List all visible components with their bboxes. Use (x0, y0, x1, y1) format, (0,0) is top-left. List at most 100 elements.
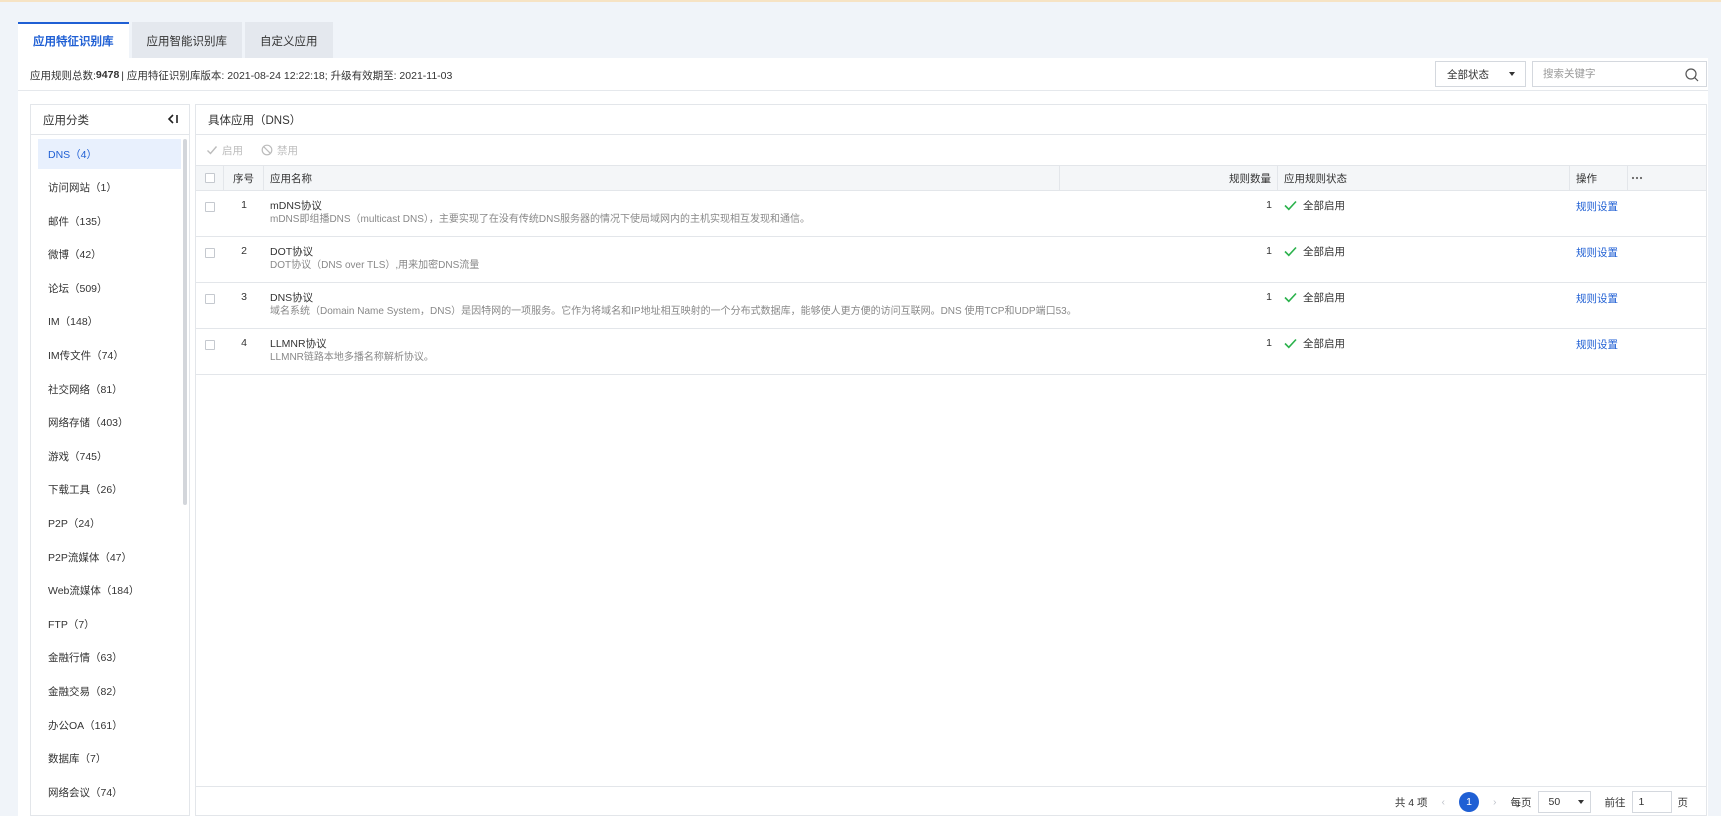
row-count: 1 (1266, 245, 1272, 257)
prev-page-icon[interactable]: ‹ (1442, 796, 1446, 808)
header-divider (18, 90, 1708, 91)
rule-settings-link[interactable]: 规则设置 (1576, 245, 1618, 260)
table-row: 2 DOT协议 DOT协议（DNS over TLS）,用来加密DNS流量 1 … (196, 237, 1706, 283)
category-item[interactable]: IM传文件（74） (38, 341, 181, 371)
category-item[interactable]: 网络会议（74） (38, 777, 181, 807)
check-icon (1284, 200, 1297, 211)
total-count: 共 4 项 (1394, 796, 1428, 809)
category-scrollbar[interactable] (183, 139, 187, 505)
row-checkbox[interactable] (205, 294, 215, 304)
pagination: 共 4 项 ‹ 1 › 每页 50 前往 页 (196, 786, 1706, 816)
row-desc: DOT协议（DNS over TLS）,用来加密DNS流量 (270, 260, 480, 271)
rule-settings-link[interactable]: 规则设置 (1576, 337, 1618, 352)
table-row: 1 mDNS协议 mDNS即组播DNS（multicast DNS），主要实现了… (196, 191, 1706, 237)
col-count: 规则数量 (1060, 166, 1278, 190)
top-accent-line (0, 0, 1721, 2)
next-page-icon[interactable]: › (1493, 796, 1497, 808)
col-state: 应用规则状态 (1278, 166, 1570, 190)
search-input[interactable] (1533, 63, 1678, 85)
ban-icon (261, 144, 273, 156)
category-item[interactable]: 数据库（7） (38, 744, 181, 774)
category-item[interactable]: IM（148） (38, 307, 181, 337)
category-item[interactable]: 微博（42） (38, 240, 181, 270)
category-item[interactable]: 网络存储（403） (38, 408, 181, 438)
library-info: 应用规则总数: 9478 | 应用特征识别库版本: 2021-08-24 12:… (30, 66, 452, 84)
check-icon (1284, 338, 1297, 349)
category-item[interactable]: P2P（24） (38, 509, 181, 539)
row-name: DNS协议 (270, 292, 314, 304)
select-all-cell (196, 166, 224, 190)
category-item[interactable]: 访问网站（1） (38, 173, 181, 203)
row-index: 4 (241, 337, 247, 349)
category-item[interactable]: Web流媒体（184） (38, 576, 181, 606)
current-page-button[interactable]: 1 (1459, 792, 1479, 812)
row-desc: mDNS即组播DNS（multicast DNS），主要实现了在没有传统DNS服… (270, 214, 811, 225)
col-name: 应用名称 (264, 166, 1060, 190)
row-op-cell: 规则设置 (1570, 191, 1628, 236)
detail-title: 具体应用（DNS） (196, 105, 1706, 135)
category-item[interactable]: 邮件（135） (38, 206, 181, 236)
row-checkbox[interactable] (205, 248, 215, 258)
enable-button[interactable]: 启用 (206, 143, 243, 158)
info-rest: | 应用特征识别库版本: 2021-08-24 12:22:18; 升级有效期至… (121, 69, 453, 82)
category-item[interactable]: 办公OA（161） (38, 710, 181, 740)
category-item-dns[interactable]: DNS（4） (38, 139, 181, 169)
row-checkbox-cell (196, 237, 224, 282)
tab-custom-apps[interactable]: 自定义应用 (245, 22, 333, 58)
select-all-checkbox[interactable] (204, 173, 215, 183)
row-desc: 域名系统（Domain Name System，DNS）是因特网的一项服务。它作… (270, 306, 1077, 317)
row-name-cell: mDNS协议 mDNS即组播DNS（multicast DNS），主要实现了在没… (264, 191, 1060, 236)
category-item[interactable]: 下载工具（26） (38, 475, 181, 505)
info-total: 9478 (95, 69, 120, 81)
row-name-cell: DOT协议 DOT协议（DNS over TLS）,用来加密DNS流量 (264, 237, 1060, 282)
row-count: 1 (1266, 199, 1272, 211)
col-op: 操作 (1570, 166, 1628, 190)
row-state-cell: 全部启用 (1278, 283, 1570, 328)
status-filter-value: 全部状态 (1447, 68, 1489, 81)
rule-settings-link[interactable]: 规则设置 (1576, 291, 1618, 306)
row-index: 1 (241, 199, 247, 211)
row-checkbox-cell (196, 191, 224, 236)
row-state-cell: 全部启用 (1278, 237, 1570, 282)
rule-settings-link[interactable]: 规则设置 (1576, 199, 1618, 214)
row-name-cell: DNS协议 域名系统（Domain Name System，DNS）是因特网的一… (264, 283, 1077, 328)
info-prefix: 应用规则总数: (30, 69, 96, 82)
category-item[interactable]: 论坛（509） (38, 273, 181, 303)
category-item[interactable]: FTP（7） (38, 609, 181, 639)
row-checkbox-cell (196, 283, 224, 328)
row-count: 1 (1266, 291, 1272, 303)
row-name: DOT协议 (270, 246, 314, 258)
tab-bar: 应用特征识别库 应用智能识别库 自定义应用 (18, 22, 336, 58)
tab-smart-library[interactable]: 应用智能识别库 (131, 22, 242, 58)
tab-feature-library[interactable]: 应用特征识别库 (18, 22, 129, 58)
table-row: 4 LLMNR协议 LLMNR链路本地多播名称解析协议。 1 全部启用 规则设置 (196, 329, 1706, 375)
status-filter-select[interactable]: 全部状态 (1435, 61, 1526, 87)
row-checkbox[interactable] (205, 202, 215, 212)
more-dots-icon[interactable] (1631, 176, 1643, 180)
category-item[interactable]: 金融交易（82） (38, 677, 181, 707)
goto-page-input[interactable] (1631, 791, 1672, 813)
app-table: 序号 应用名称 规则数量 应用规则状态 操作 1 mDNS协议 mDNS即组播D… (196, 165, 1706, 375)
disable-button[interactable]: 禁用 (261, 143, 298, 158)
detail-toolbar: 启用 禁用 (196, 135, 1706, 165)
row-checkbox[interactable] (205, 340, 215, 350)
row-name: mDNS协议 (270, 200, 322, 212)
table-row: 3 DNS协议 域名系统（Domain Name System，DNS）是因特网… (196, 283, 1706, 329)
col-index: 序号 (224, 166, 264, 190)
collapse-icon[interactable] (167, 113, 179, 125)
search-icon[interactable] (1684, 67, 1700, 83)
main-panel: 应用规则总数: 9478 | 应用特征识别库版本: 2021-08-24 12:… (18, 58, 1708, 816)
category-item[interactable]: P2P流媒体（47） (38, 542, 181, 572)
row-checkbox-cell (196, 329, 224, 374)
row-state: 全部启用 (1303, 200, 1345, 212)
row-op-cell: 规则设置 (1570, 237, 1628, 282)
category-item[interactable]: 社交网络（81） (38, 374, 181, 404)
row-count: 1 (1266, 337, 1272, 349)
check-icon (207, 146, 218, 155)
category-item[interactable]: 游戏（745） (38, 441, 181, 471)
row-state: 全部启用 (1303, 246, 1345, 258)
category-item[interactable]: 金融行情（63） (38, 643, 181, 673)
row-index: 3 (241, 291, 247, 303)
page-size-select[interactable]: 50 (1537, 791, 1591, 813)
category-panel: 应用分类 DNS（4） 访问网站（1） 邮件（135） 微博（42） 论坛（50… (30, 104, 190, 816)
